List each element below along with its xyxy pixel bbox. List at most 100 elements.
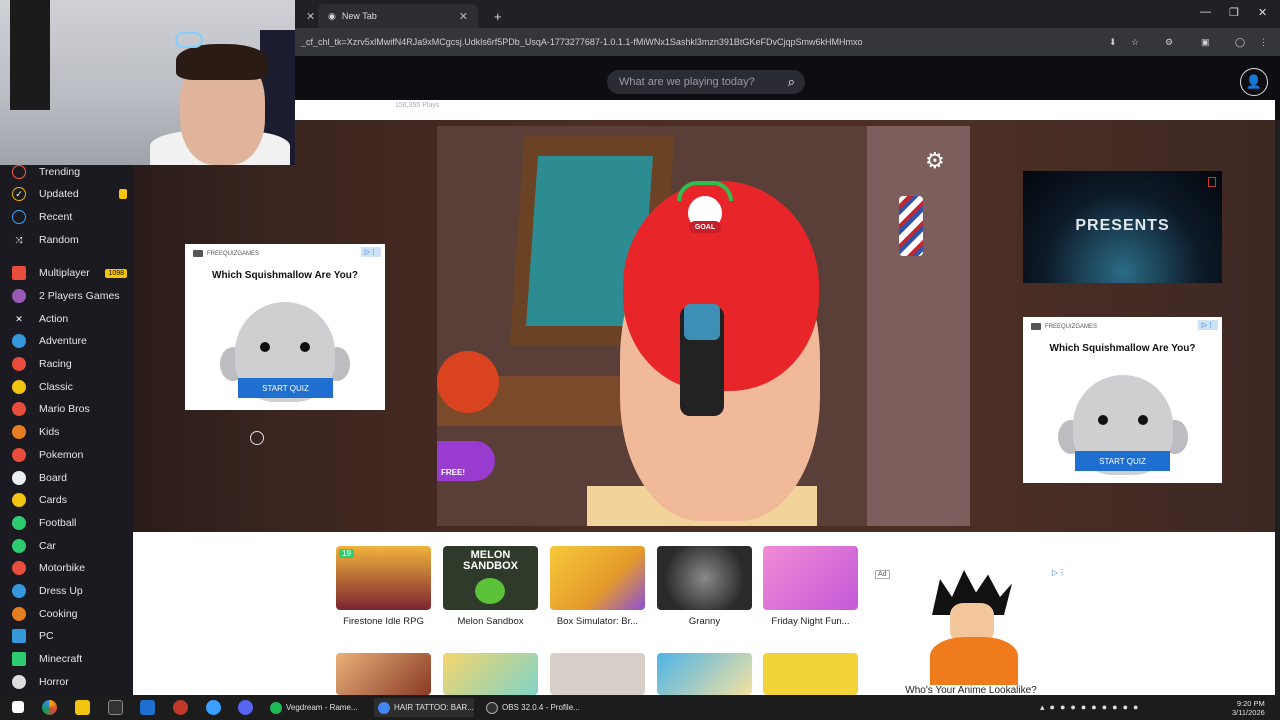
games-grid: 19 Firestone Idle RPG MELON SANDBOX Melo…	[133, 532, 1275, 695]
multiplayer-count-badge: 1098	[105, 268, 127, 278]
sidebar-item-recent[interactable]: Recent	[0, 206, 133, 228]
new-tab-button[interactable]: +	[484, 4, 504, 28]
taskbar-app-label: Vegdream - Rame...	[286, 703, 358, 712]
goku-body	[930, 637, 1018, 685]
game-thumbnail[interactable]	[763, 653, 858, 695]
extensions-icon[interactable]: ⚙	[1165, 37, 1173, 48]
sidebar-item-2-players[interactable]: 2 Players Games	[0, 285, 133, 307]
sidebar-item-adventure[interactable]: Adventure	[0, 330, 133, 352]
quiz-ad-right[interactable]: FREEQUIZGAMES ▷⋮ Which Squishmallow Are …	[1023, 317, 1222, 483]
start-quiz-button[interactable]: START QUIZ	[1075, 451, 1170, 471]
windows-taskbar: Vegdream - Rame... HAIR TATTOO: BAR... O…	[0, 695, 1280, 720]
sidepanel-icon[interactable]: ▣	[1201, 37, 1210, 48]
address-bar[interactable]: _cf_chl_tk=Xzrv5xlMwifN4RJa9xMCgcsj.Udkl…	[295, 28, 1280, 56]
window-close-icon[interactable]: ✕	[1258, 6, 1267, 19]
sidebar-item-motorbike[interactable]: Motorbike	[0, 557, 133, 579]
game-card[interactable]: Box Simulator: Br...	[550, 546, 645, 634]
sidebar-item-pokemon[interactable]: Pokemon	[0, 444, 133, 466]
taskbar-app-label: OBS 32.0.4 - Profile...	[502, 703, 580, 712]
clipper-blade	[684, 304, 720, 340]
ad-brand: FREEQUIZGAMES	[1031, 323, 1097, 330]
taskbar-app-chrome[interactable]: HAIR TATTOO: BAR...	[374, 698, 474, 717]
sidebar-item-mario-bros[interactable]: Mario Bros	[0, 398, 133, 420]
sidebar-item-updated[interactable]: ✓ Updated	[0, 183, 133, 205]
profile-icon[interactable]: ◯	[1235, 37, 1245, 48]
anime-ad[interactable]: Ad ▷⋮ Who's Your Anime Lookalike?	[872, 565, 1070, 696]
sidebar-item-car[interactable]: Car	[0, 535, 133, 557]
ad-info-icon[interactable]: ▷⋮	[361, 247, 381, 257]
search-input[interactable]: What are we playing today? ⌕	[607, 70, 805, 94]
taskbar-app-spotify[interactable]: Vegdream - Rame...	[266, 698, 366, 717]
sidebar-item-racing[interactable]: Racing	[0, 353, 133, 375]
bookmark-star-icon[interactable]: ☆	[1131, 37, 1139, 48]
settings-gear-icon[interactable]: ⚙	[925, 148, 945, 174]
sidebar-item-label: Pokemon	[39, 449, 84, 461]
maximize-icon[interactable]: ❐	[1229, 6, 1239, 19]
goal-indicator: GOAL	[675, 181, 735, 241]
search-placeholder: What are we playing today?	[619, 76, 755, 88]
sidebar-item-kids[interactable]: Kids	[0, 421, 133, 443]
sidebar-item-dress-up[interactable]: Dress Up	[0, 580, 133, 602]
sidebar-item-board[interactable]: Board	[0, 467, 133, 489]
app-icon[interactable]	[140, 700, 155, 715]
ad-info-icon[interactable]: ▷⋮	[1198, 320, 1218, 330]
minimize-icon[interactable]: —	[1200, 6, 1211, 18]
start-icon[interactable]	[12, 701, 24, 713]
system-tray-icons[interactable]: ▴●●●●●●●●●	[1040, 702, 1143, 713]
game-thumbnail[interactable]	[657, 653, 752, 695]
clock-date: 3/11/2026	[1232, 708, 1265, 717]
game-card[interactable]: 19 Firestone Idle RPG	[336, 546, 431, 634]
ad-info-icon[interactable]	[1208, 177, 1216, 187]
sidebar-item-cards[interactable]: Cards	[0, 489, 133, 511]
obs-icon	[486, 701, 498, 714]
video-ad[interactable]: PRESENTS	[1023, 171, 1222, 283]
webcam-overlay	[0, 0, 295, 165]
cards-icon	[12, 493, 26, 507]
pokeball-icon	[12, 448, 26, 462]
sidebar-item-cooking[interactable]: Cooking	[0, 603, 133, 625]
quiz-ad-left[interactable]: FREEQUIZGAMES ▷⋮ Which Squishmallow Are …	[185, 244, 385, 410]
game-card[interactable]: Friday Night Fun...	[763, 546, 858, 634]
sidebar-item-trending[interactable]: Trending	[0, 161, 133, 183]
taskbar-app-obs[interactable]: OBS 32.0.4 - Profile...	[482, 698, 582, 717]
sidebar-item-classic[interactable]: Classic	[0, 376, 133, 398]
presents-text: PRESENTS	[1075, 217, 1170, 234]
menu-icon[interactable]: ⋮	[1259, 37, 1268, 48]
epic-games-icon[interactable]	[108, 700, 123, 715]
search-icon[interactable]: ⌕	[788, 74, 795, 90]
app-icon[interactable]	[206, 700, 221, 715]
url-text[interactable]: _cf_chl_tk=Xzrv5xlMwifN4RJa9xMCgcsj.Udkl…	[301, 37, 1081, 47]
close-tab-icon[interactable]: ✕	[459, 10, 468, 23]
sidebar-item-pc[interactable]: PC	[0, 625, 133, 647]
sidebar-item-multiplayer[interactable]: Multiplayer 1098	[0, 262, 133, 284]
controller-neon-icon	[175, 32, 203, 48]
check-icon: ✓	[12, 187, 26, 201]
sidebar-item-football[interactable]: Football	[0, 512, 133, 534]
game-info-strip: 156,355 Plays	[295, 100, 1275, 120]
close-tab-icon[interactable]: ✕	[296, 4, 320, 28]
sidebar-item-minecraft[interactable]: Minecraft	[0, 648, 133, 670]
file-explorer-icon[interactable]	[75, 700, 90, 715]
sidebar-item-label: Kids	[39, 426, 60, 438]
game-canvas[interactable]: ⚙ GOAL FREE!	[437, 126, 970, 526]
browser-tab[interactable]: ◉ New Tab ✕	[318, 4, 478, 28]
game-thumbnail[interactable]	[550, 653, 645, 695]
opera-icon[interactable]	[173, 700, 188, 715]
clock[interactable]: 9:20 PM 3/11/2026	[1232, 699, 1265, 717]
game-card[interactable]: Granny	[657, 546, 752, 634]
ad-info-icon[interactable]: ▷⋮	[1052, 568, 1066, 577]
start-quiz-button[interactable]: START QUIZ	[238, 378, 333, 398]
sidebar-item-random[interactable]: ⤨ Random	[0, 229, 133, 251]
install-icon[interactable]: ⬇	[1109, 37, 1117, 48]
game-thumbnail[interactable]	[336, 653, 431, 695]
flame-icon	[12, 165, 26, 179]
user-account-icon[interactable]: 👤	[1240, 68, 1268, 96]
sidebar-item-horror[interactable]: Horror	[0, 671, 133, 693]
game-card[interactable]: MELON SANDBOX Melon Sandbox	[443, 546, 538, 634]
copilot-icon[interactable]	[42, 700, 57, 715]
sidebar-item-action[interactable]: ✕ Action	[0, 308, 133, 330]
game-thumbnail	[763, 546, 858, 610]
clock-time: 9:20 PM	[1236, 699, 1265, 708]
app-icon[interactable]	[238, 700, 253, 715]
game-thumbnail[interactable]	[443, 653, 538, 695]
